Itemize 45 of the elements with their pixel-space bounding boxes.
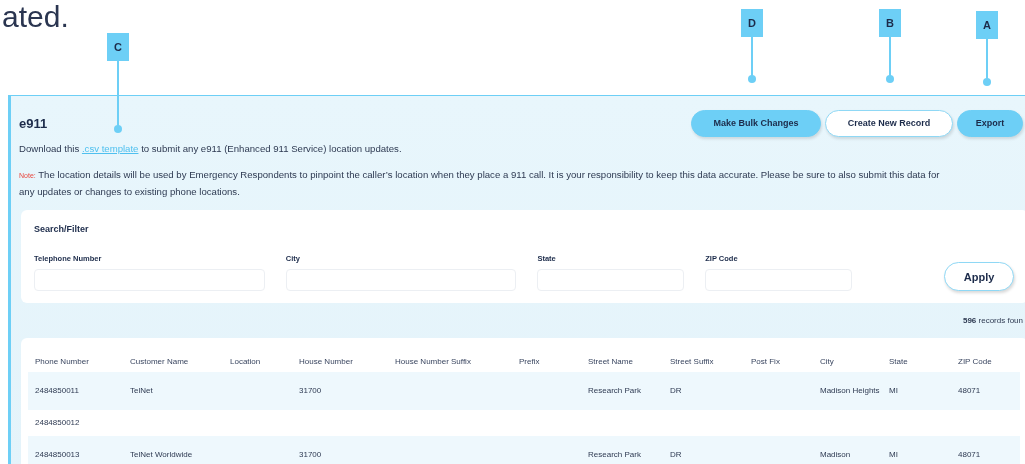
table-cell-text: TelNet [130, 385, 154, 397]
column-header: Street Suffix [670, 356, 715, 366]
table-cell-text: 31700 [299, 385, 323, 397]
table-cell-text: MI [889, 449, 899, 461]
callout-label: C [107, 33, 129, 61]
action-button[interactable]: Create New Record [825, 109, 953, 137]
table-cell-text: Madison Heights [820, 385, 881, 397]
table-cell-text: Research Park [588, 449, 642, 461]
column-header: Location [230, 356, 262, 366]
column-header: State [889, 356, 909, 366]
table-cell-text: 2484850013 [35, 449, 81, 461]
column-header: Prefix [519, 356, 541, 366]
table-cell-text: Madison [820, 449, 852, 461]
leader-line [982, 39, 992, 86]
column-header: ZIP Code [958, 356, 993, 366]
column-header: City [820, 356, 835, 366]
download-text: Download this .csv template to submit any e911 (Enhanced 911 Service) location updates. [19, 142, 403, 156]
records-count: 596 records foun [962, 316, 1023, 325]
table-cell-text: 2484850011 [35, 385, 80, 397]
table-cell-text: 2484850012 [35, 417, 81, 429]
search-title: Search/Filter [34, 224, 90, 234]
column-header: House Number Suffix [395, 356, 472, 366]
leader-line [747, 37, 757, 83]
table-cell-text: DR [670, 449, 683, 461]
panel-title: e911 [19, 115, 48, 131]
apply-button[interactable]: Apply [944, 262, 1014, 291]
heading-text: ated. [2, 0, 69, 34]
callout-label: D [741, 9, 763, 37]
column-header: Street Name [588, 356, 634, 366]
table-cell-text: Research Park [588, 385, 642, 397]
column-header: House Number [299, 356, 354, 366]
column-header: Phone Number [35, 356, 90, 366]
column-header: Customer Name [130, 356, 190, 366]
table-cell-text: MI [889, 385, 899, 397]
table-cell-text: DR [670, 385, 683, 397]
callout-label: A [976, 11, 998, 39]
column-header: Post Fix [751, 356, 781, 366]
action-button[interactable]: Export [957, 109, 1023, 137]
table-cell-text: 31700 [299, 449, 323, 461]
table-cell-text: 48071 [958, 449, 982, 461]
callout-label: B [879, 9, 901, 37]
table-cell-text: 48071 [958, 385, 982, 397]
action-button[interactable]: Make Bulk Changes [691, 109, 821, 137]
leader-line [885, 37, 895, 83]
table-cell-text: TelNet Worldwide [130, 449, 194, 461]
